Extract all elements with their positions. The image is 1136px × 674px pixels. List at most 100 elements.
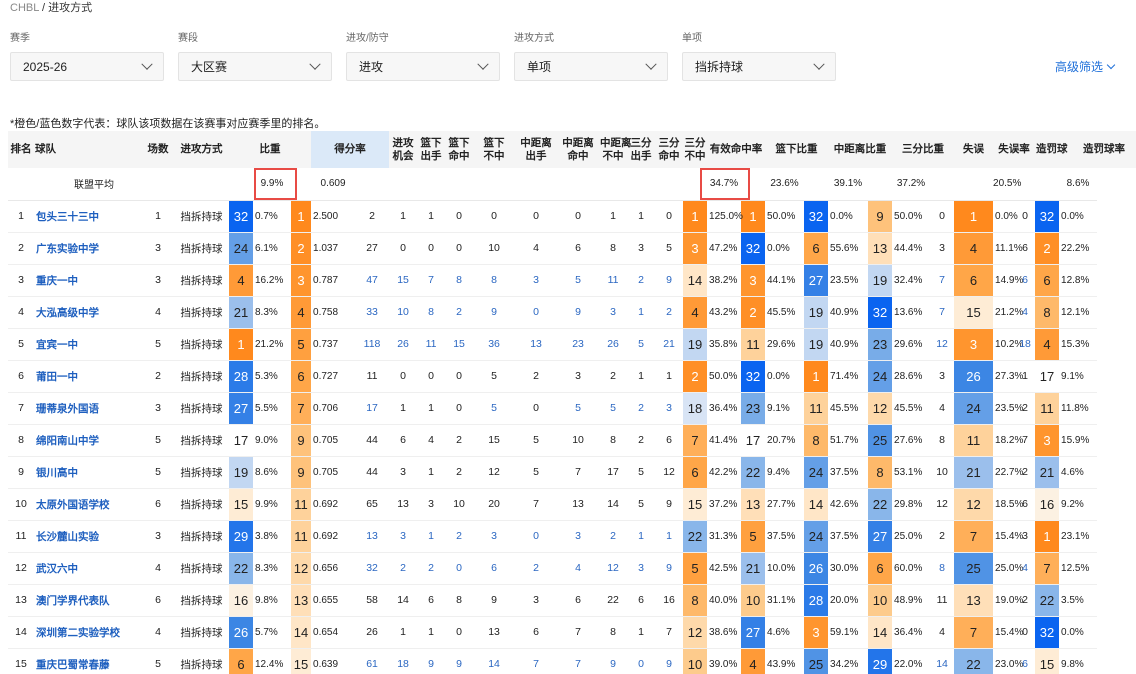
column-header[interactable]: 中距离 不中: [599, 131, 632, 168]
team-link[interactable]: 太原外国语学校: [34, 488, 142, 521]
team-link[interactable]: 珊蒂泉外国语: [34, 392, 142, 425]
stat-cell: 2: [389, 552, 418, 585]
column-header[interactable]: 得分率: [311, 131, 390, 168]
rank-badge: 3: [291, 264, 312, 297]
play-type-select[interactable]: 挡拆持球: [682, 52, 836, 81]
team-link[interactable]: 澳门学界代表队: [34, 584, 142, 617]
team-link[interactable]: 重庆一中: [34, 264, 142, 297]
team-link[interactable]: 包头三十三中: [34, 200, 142, 233]
table-row[interactable]: 12 武汉六中 4 挡拆持球 22 8.3% 12 0.656 32 2 2 0 6 2 4 12 3 9 5 42.…: [8, 552, 1136, 585]
average-cell: 20.5%: [993, 168, 1021, 201]
table-row[interactable]: 8 绵阳南山中学 5 挡拆持球 17 9.0% 9 0.705 44 6 4 2 15 5 10 8 2 6 7 41…: [8, 424, 1136, 457]
table-row[interactable]: 10 太原外国语学校 6 挡拆持球 15 9.9% 11 0.692 65 13 3 10 20 7 13 1…: [8, 488, 1136, 521]
season-select[interactable]: 2025-26: [10, 52, 164, 81]
column-header[interactable]: 有效命中率: [707, 131, 766, 168]
table-row[interactable]: 7 珊蒂泉外国语 3 挡拆持球 27 5.5% 7 0.706 17 1 1 0 5 0 5 5 2 3 18 36.…: [8, 392, 1136, 425]
team-link[interactable]: 宜宾一中: [34, 328, 142, 361]
stat-cell: 3: [389, 520, 418, 553]
rank-badge: 8: [1035, 296, 1060, 329]
column-header[interactable]: 失误: [954, 131, 994, 168]
team-link[interactable]: 深圳第二实验学校: [34, 616, 142, 649]
table-row[interactable]: 6 莆田一中 2 挡拆持球 28 5.3% 6 0.727 11 0 0 0 5 2 3 2 1 1 2 50.0% 3…: [8, 360, 1136, 393]
column-header[interactable]: 三分 不中: [683, 131, 708, 168]
stat-cell: 3: [389, 456, 418, 489]
column-header[interactable]: 进攻 机会: [389, 131, 418, 168]
advanced-filter-button[interactable]: 高级筛选: [1055, 58, 1116, 75]
rank-badge: 32: [804, 200, 829, 233]
team-link[interactable]: 绵阳南山中学: [34, 424, 142, 457]
column-header[interactable]: 比重: [229, 131, 312, 168]
table-row[interactable]: 4 大泓高级中学 4 挡拆持球 21 8.3% 4 0.758 33 10 8 2 9 0 9 3 1 2 4 43.…: [8, 296, 1136, 329]
type-cell: 挡拆持球: [174, 296, 229, 329]
table-row[interactable]: 15 重庆巴蜀常春藤 5 挡拆持球 6 12.4% 15 0.639 61 18 9 9 14 7 7 9 0 9…: [8, 648, 1136, 674]
average-cell: 0.609: [311, 168, 356, 201]
team-link[interactable]: 莆田一中: [34, 360, 142, 393]
stage-select[interactable]: 大区赛: [178, 52, 332, 81]
rank-badge: 14: [683, 264, 708, 297]
rank-badge: 24: [804, 520, 829, 553]
stat-cell: 5: [515, 424, 558, 457]
stat-cell: 7: [557, 456, 600, 489]
column-header[interactable]: 篮下 命中: [445, 131, 474, 168]
value-cell: 15.3%: [1059, 328, 1098, 361]
value-cell: 16.2%: [253, 264, 291, 297]
rank-badge: 6: [954, 264, 994, 297]
value-cell: 71.4%: [828, 360, 869, 393]
team-link[interactable]: 武汉六中: [34, 552, 142, 585]
column-header[interactable]: 球队: [34, 131, 142, 168]
stat-cell: 10: [389, 296, 418, 329]
column-header[interactable]: 三分 命中: [655, 131, 684, 168]
table-row[interactable]: 3 重庆一中 3 挡拆持球 4 16.2% 3 0.787 47 15 7 8 8 3 5 11 2 9 14 38.…: [8, 264, 1136, 297]
stat-cell: 6: [417, 584, 446, 617]
column-header[interactable]: 造罚球率: [1059, 131, 1136, 168]
rank-badge: 23: [868, 328, 893, 361]
value-cell: 37.2%: [707, 488, 742, 521]
team-link[interactable]: 银川高中: [34, 456, 142, 489]
table-row[interactable]: 14 深圳第二实验学校 4 挡拆持球 26 5.7% 14 0.654 26 1 1 0 13 6 7 8 1 7…: [8, 616, 1136, 649]
column-header[interactable]: 场数: [142, 131, 174, 168]
stat-cell: 6: [557, 232, 600, 265]
column-header[interactable]: 中距离比重: [828, 131, 893, 168]
play-mode-select[interactable]: 单项: [514, 52, 668, 81]
table-row[interactable]: 1 包头三十三中 1 挡拆持球 32 0.7% 1 2.500 2 1 1 0 0 0 0 1 1 0 1 125.0…: [8, 200, 1136, 233]
column-header[interactable]: 篮下 不中: [473, 131, 516, 168]
rank-badge: 22: [954, 648, 994, 674]
team-link[interactable]: 长沙麓山实验: [34, 520, 142, 553]
column-header[interactable]: 三分比重: [892, 131, 955, 168]
table-row[interactable]: 11 长沙麓山实验 3 挡拆持球 29 3.8% 11 0.692 13 3 1 2 3 0 3 2 1 1 22 3…: [8, 520, 1136, 553]
rank-badge: 26: [804, 552, 829, 585]
column-header[interactable]: 失误率: [993, 131, 1036, 168]
column-header[interactable]: 排名: [8, 131, 34, 168]
value-cell: 21.2%: [253, 328, 291, 361]
table-row[interactable]: 9 银川高中 5 挡拆持球 19 8.6% 9 0.705 44 3 1 2 12 5 7 17 5 12 6 42.…: [8, 456, 1136, 489]
team-link[interactable]: 广东实验中学: [34, 232, 142, 265]
stat-cell: 2: [445, 424, 474, 457]
stat-cell: 61: [355, 648, 390, 674]
stat-cell: 44: [355, 424, 390, 457]
column-header[interactable]: 篮下比重: [765, 131, 829, 168]
rank-badge: 13: [741, 488, 766, 521]
team-link[interactable]: 大泓高级中学: [34, 296, 142, 329]
team-link[interactable]: 重庆巴蜀常春藤: [34, 648, 142, 674]
stat-cell: 0: [515, 520, 558, 553]
table-row[interactable]: 5 宜宾一中 5 挡拆持球 1 21.2% 5 0.737 118 26 11 15 36 13 23 26 5…: [8, 328, 1136, 361]
stat-cell: 0: [557, 200, 600, 233]
type-cell: 挡拆持球: [174, 360, 229, 393]
column-header[interactable]: 进攻方式: [174, 131, 229, 168]
offense-defense-select[interactable]: 进攻: [346, 52, 500, 81]
table-row[interactable]: 2 广东实验中学 3 挡拆持球 24 6.1% 2 1.037 27 0 0 0 10 4 6 8 3 5 3 47.…: [8, 232, 1136, 265]
stat-cell: 13: [473, 616, 516, 649]
stat-cell: 9: [473, 296, 516, 329]
rank-badge: 13: [868, 232, 893, 265]
stat-cell: 12: [655, 456, 684, 489]
table-row[interactable]: 13 澳门学界代表队 6 挡拆持球 16 9.8% 13 0.655 58 14 6 8 9 3 6 22 6 1…: [8, 584, 1136, 617]
breadcrumb-root[interactable]: CHBL: [10, 2, 39, 14]
column-header[interactable]: 中距离 出手: [515, 131, 558, 168]
stat-cell: 0: [445, 392, 474, 425]
column-header[interactable]: 中距离 命中: [557, 131, 600, 168]
value-cell: 15.4%: [993, 520, 1023, 553]
column-header[interactable]: 三分 出手: [627, 131, 656, 168]
column-header[interactable]: 篮下 出手: [417, 131, 446, 168]
column-header[interactable]: 造罚球: [1035, 131, 1068, 168]
rank-badge: 28: [804, 584, 829, 617]
